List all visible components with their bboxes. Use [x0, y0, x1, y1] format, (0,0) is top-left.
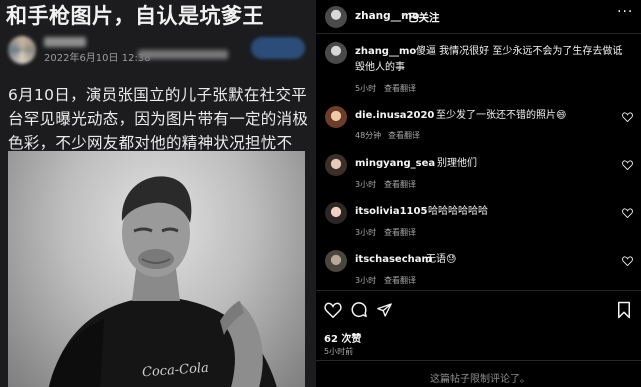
comment-username[interactable]: mingyang_sea [355, 158, 435, 169]
comment-text: 傻逼 我情况很好 至少永远不会为了生存去做诋毁他人的事 [355, 46, 623, 73]
following-status[interactable]: 已关注 [408, 10, 440, 25]
instagram-comments-panel: zhang__mo • 已关注 ··· zhang__mo 傻逼 我情况很好 至… [316, 0, 641, 387]
see-translation-link[interactable]: 查看翻译 [384, 275, 416, 286]
more-options-icon[interactable]: ··· [617, 4, 633, 20]
comment-time: 48分钟 [355, 131, 382, 140]
comments-limited-notice: 这篇帖子限制评论了。 [430, 374, 530, 385]
post-time: 5小时前 [324, 347, 354, 356]
comment-username[interactable]: itschasecham [355, 254, 432, 265]
comment-avatar[interactable] [325, 250, 347, 272]
comment-avatar[interactable] [325, 42, 347, 64]
post-source-blurred [138, 50, 228, 59]
post-headline: 和手枪图片，自认是坑爹王 [6, 4, 264, 28]
like-comment-heart-icon[interactable] [622, 208, 633, 218]
comment-time: 3小时 [355, 228, 377, 237]
follow-button-blurred[interactable] [251, 37, 305, 59]
comment-username[interactable]: itsolivia1105 [355, 206, 427, 217]
see-translation-link[interactable]: 查看翻译 [384, 227, 416, 238]
share-send-icon[interactable] [376, 302, 393, 318]
post-photo[interactable]: Coca-Cola [8, 151, 305, 387]
comment-username[interactable]: die.inusa2020 [355, 110, 434, 121]
comment-text: 哈哈哈哈哈哈 [428, 206, 488, 217]
see-translation-link[interactable]: 查看翻译 [384, 179, 416, 190]
news-post-panel: 和手枪图片，自认是坑爹王 2022年6月10日 12:38 6月10日，演员张国… [0, 0, 316, 387]
like-comment-heart-icon[interactable] [622, 112, 633, 122]
post-timestamp: 2022年6月10日 12:38 [44, 53, 151, 64]
comment-bubble-icon[interactable] [350, 301, 368, 319]
likes-count[interactable]: 62 次赞 [324, 330, 361, 345]
like-comment-heart-icon[interactable] [622, 160, 633, 170]
comment-avatar[interactable] [325, 202, 347, 224]
see-translation-link[interactable]: 查看翻译 [384, 83, 416, 94]
comment-avatar[interactable] [325, 154, 347, 176]
comment-text: 至少发了一张还不错的照片😄 [436, 110, 567, 121]
man-portrait-illustration [48, 176, 277, 387]
author-avatar-blurred[interactable] [8, 36, 36, 64]
header-separator: • [400, 9, 407, 22]
comment-time: 3小时 [355, 276, 377, 285]
comment-text: 别理他们 [437, 158, 477, 169]
comment-avatar[interactable] [325, 106, 347, 128]
comment-time: 3小时 [355, 180, 377, 189]
header-avatar[interactable] [325, 6, 347, 28]
save-bookmark-icon[interactable] [617, 301, 631, 319]
comment-text: 无语😓 [426, 254, 457, 265]
comment-time: 5小时 [355, 84, 377, 93]
author-name-blurred[interactable] [44, 37, 86, 47]
like-heart-icon[interactable] [324, 302, 342, 318]
header-divider [316, 33, 641, 34]
like-comment-heart-icon[interactable] [622, 256, 633, 266]
see-translation-link[interactable]: 查看翻译 [388, 130, 420, 141]
actions-divider [316, 290, 641, 291]
bottom-divider [316, 360, 641, 361]
